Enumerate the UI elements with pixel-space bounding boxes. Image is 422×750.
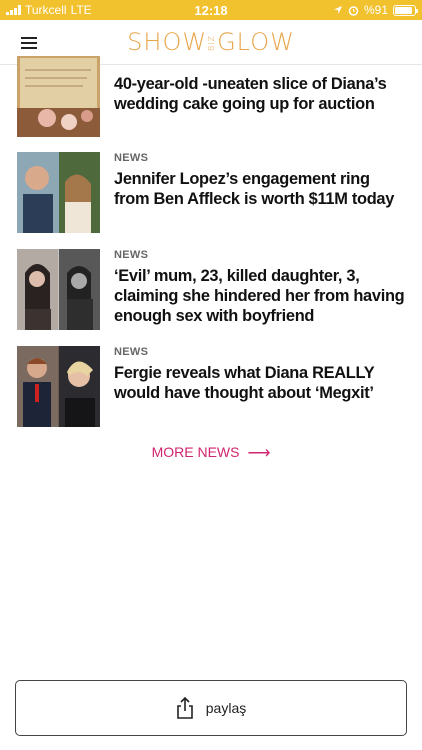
- news-text: NEWS ‘Evil’ mum, 23, killed daughter, 3,…: [114, 249, 406, 326]
- news-item[interactable]: NEWS Fergie reveals what Diana REALLY wo…: [0, 346, 422, 432]
- news-item[interactable]: 40-year-old -uneaten slice of Diana’s we…: [0, 56, 422, 138]
- more-news-link[interactable]: MORE NEWS ⟶: [0, 443, 422, 463]
- share-button[interactable]: paylaş: [15, 680, 407, 736]
- arrow-right-icon: ⟶: [247, 445, 271, 462]
- alarm-icon: [348, 5, 359, 16]
- share-inner: paylaş: [16, 697, 406, 719]
- share-icon: [176, 697, 193, 719]
- more-news-label: MORE NEWS: [151, 444, 240, 460]
- news-headline[interactable]: 40-year-old -uneaten slice of Diana’s we…: [114, 74, 406, 114]
- news-text: 40-year-old -uneaten slice of Diana’s we…: [114, 74, 406, 114]
- battery-level: [395, 6, 413, 14]
- news-text: NEWS Jennifer Lopez’s engagement ring fr…: [114, 152, 406, 209]
- news-item[interactable]: NEWS ‘Evil’ mum, 23, killed daughter, 3,…: [0, 249, 422, 335]
- news-category: NEWS: [114, 152, 149, 164]
- news-thumbnail: [17, 249, 100, 330]
- news-headline[interactable]: Jennifer Lopez’s engagement ring from Be…: [114, 169, 406, 209]
- news-thumbnail: [17, 152, 100, 233]
- share-label: paylaş: [205, 700, 247, 716]
- logo-left: SHOW: [127, 28, 208, 56]
- location-icon: [333, 6, 342, 14]
- news-category: NEWS: [114, 249, 149, 261]
- logo-mid: BIZ: [207, 34, 217, 52]
- status-bar: Turkcell LTE 12:18 %91: [0, 0, 422, 20]
- news-headline[interactable]: Fergie reveals what Diana REALLY would h…: [114, 363, 406, 403]
- news-item[interactable]: NEWS Jennifer Lopez’s engagement ring fr…: [0, 152, 422, 238]
- news-thumbnail: [17, 346, 100, 427]
- battery-icon: [393, 4, 418, 16]
- news-text: NEWS Fergie reveals what Diana REALLY wo…: [114, 346, 406, 403]
- battery-percent: %91: [363, 3, 388, 17]
- news-headline[interactable]: ‘Evil’ mum, 23, killed daughter, 3, clai…: [114, 266, 406, 326]
- site-logo[interactable]: SHOWBIZGLOW: [0, 28, 422, 56]
- logo-right: GLOW: [217, 28, 295, 56]
- news-category: NEWS: [114, 346, 149, 358]
- status-right: %91: [333, 3, 418, 17]
- news-thumbnail: [17, 56, 100, 137]
